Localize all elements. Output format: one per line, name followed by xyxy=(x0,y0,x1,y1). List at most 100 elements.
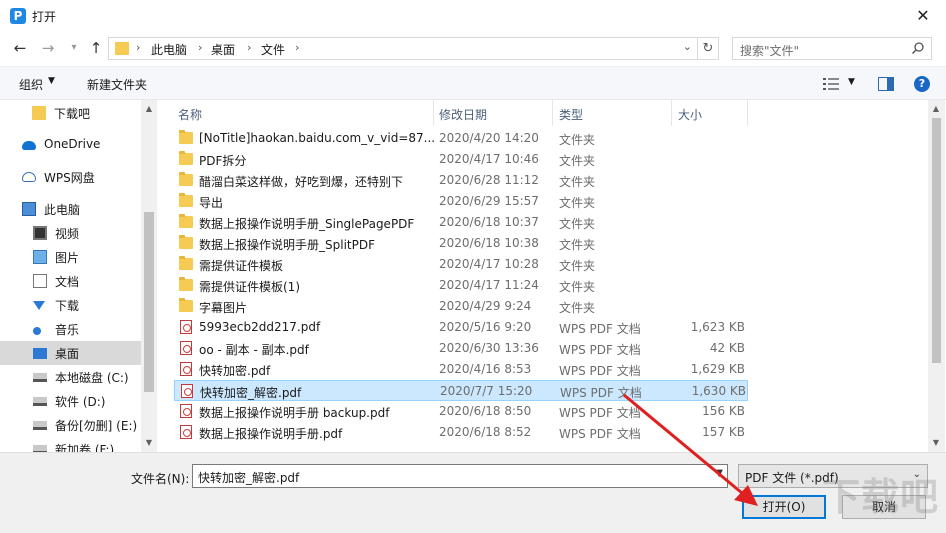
scroll-up-icon[interactable]: ▲ xyxy=(141,102,157,116)
desktop-icon xyxy=(33,348,47,359)
help-icon[interactable]: ? xyxy=(914,76,930,92)
sidebar-item[interactable]: 下载吧 xyxy=(0,101,141,125)
column-divider[interactable] xyxy=(433,100,434,126)
file-type: 文件夹 xyxy=(559,217,596,231)
file-type: WPS PDF 文档 xyxy=(559,322,641,336)
navigation-pane: 下载吧 OneDrive WPS网盘此电脑 视频 图片 文档 下载音乐桌面本地磁盘 (C:)… xyxy=(0,100,141,452)
sidebar-item[interactable]: 备份[勿删] (E:) xyxy=(0,413,141,437)
filename-dropdown-icon[interactable]: ▼ xyxy=(715,468,723,479)
sidebar-item-label: 备份[勿删] (E:) xyxy=(55,419,138,433)
view-dropdown-icon[interactable]: ▼ xyxy=(848,77,855,87)
file-row[interactable]: 数据上报操作说明手册 backup.pdf 2020/6/18 8:50 WPS P… xyxy=(174,401,748,422)
breadcrumb-separator: › xyxy=(247,41,252,54)
filename-input[interactable]: 快转加密_解密.pdf ▼ xyxy=(192,464,728,488)
sidebar-item[interactable]: 软件 (D:) xyxy=(0,389,141,413)
sidebar-item[interactable]: 音乐 xyxy=(0,317,141,341)
address-dropdown-icon[interactable]: ⌄ xyxy=(683,40,692,53)
folder-icon xyxy=(179,256,193,270)
sidebar-item[interactable]: 视频 xyxy=(0,221,141,245)
sidebar-item[interactable]: WPS网盘 xyxy=(0,165,141,189)
pdf-file-icon xyxy=(180,425,192,439)
sidebar-item-label: 本地磁盘 (C:) xyxy=(55,371,129,385)
scrollbar-thumb[interactable] xyxy=(932,118,941,363)
file-date: 2020/6/18 8:50 xyxy=(439,404,532,418)
column-header-name[interactable]: 名称 xyxy=(178,100,202,126)
search-icon[interactable] xyxy=(911,41,925,55)
file-row[interactable]: 快转加密.pdf 2020/4/16 8:53 WPS PDF 文档 1,629 KB xyxy=(174,359,748,380)
sort-ascending-icon: ⌃ xyxy=(298,100,306,106)
organize-dropdown-icon[interactable]: ▼ xyxy=(48,76,55,86)
sidebar-item[interactable]: 桌面 xyxy=(0,341,141,365)
file-row[interactable]: PDF拆分 2020/4/17 10:46 文件夹 xyxy=(174,149,748,170)
filename-label: 文件名(N): xyxy=(131,472,190,486)
preview-pane-icon[interactable] xyxy=(878,77,894,91)
organize-button[interactable]: 组织 xyxy=(19,76,43,93)
file-row[interactable]: 数据上报操作说明手册.pdf 2020/6/18 8:52 WPS PDF 文档 15… xyxy=(174,422,748,443)
file-row[interactable]: 5993ecb2dd217.pdf 2020/5/16 9:20 WPS PDF 文… xyxy=(174,317,748,338)
drive-icon xyxy=(33,373,47,382)
drive-icon xyxy=(33,421,47,430)
file-date: 2020/6/29 15:57 xyxy=(439,194,539,208)
scroll-down-icon[interactable]: ▼ xyxy=(141,436,157,450)
file-row[interactable]: 字幕图片 2020/4/29 9:24 文件夹 xyxy=(174,296,748,317)
breadcrumb-this-pc[interactable]: 此电脑 xyxy=(151,41,187,58)
back-arrow-icon[interactable]: ← xyxy=(8,36,32,60)
close-button[interactable]: ✕ xyxy=(900,0,946,32)
column-divider[interactable] xyxy=(671,100,672,126)
column-header-date[interactable]: 修改日期 xyxy=(439,100,487,126)
sidebar-item-label: 桌面 xyxy=(55,347,80,361)
sidebar-item-label: 软件 (D:) xyxy=(55,395,106,409)
file-row[interactable]: 数据上报操作说明手册_SinglePagePDF 2020/6/18 10:37 文… xyxy=(174,212,748,233)
address-bar[interactable]: › 此电脑 › 桌面 › 文件 › ⌄ xyxy=(108,37,698,60)
file-row[interactable]: 数据上报操作说明手册_SplitPDF 2020/6/18 10:38 文件夹 xyxy=(174,233,748,254)
refresh-icon[interactable]: ↻ xyxy=(698,37,719,60)
breadcrumb-files[interactable]: 文件 xyxy=(261,41,285,58)
file-name: 导出 xyxy=(199,196,224,210)
recent-locations-chevron-icon[interactable]: ▾ xyxy=(62,36,86,60)
file-date: 2020/7/7 15:20 xyxy=(440,384,533,398)
wps-app-icon: P xyxy=(10,8,26,24)
column-divider[interactable] xyxy=(552,100,553,126)
navigation-scrollbar[interactable]: ▲ ▼ xyxy=(141,100,157,452)
column-header-type[interactable]: 类型 xyxy=(559,100,583,126)
file-type: 文件夹 xyxy=(559,154,596,168)
up-arrow-icon[interactable]: ↑ xyxy=(84,36,108,60)
file-row[interactable]: 导出 2020/6/29 15:57 文件夹 xyxy=(174,191,748,212)
file-row[interactable]: 需提供证件模板(1) 2020/4/17 11:24 文件夹 xyxy=(174,275,748,296)
open-button[interactable]: 打开(O) xyxy=(742,495,826,519)
sidebar-item[interactable]: OneDrive xyxy=(0,133,141,157)
file-row[interactable]: oo - 副本 - 副本.pdf 2020/6/30 13:36 WPS PDF 文… xyxy=(174,338,748,359)
file-date: 2020/6/18 10:38 xyxy=(439,236,539,250)
scrollbar-thumb[interactable] xyxy=(144,212,154,392)
breadcrumb-desktop[interactable]: 桌面 xyxy=(211,41,235,58)
sidebar-item[interactable]: 图片 xyxy=(0,245,141,269)
folder-icon xyxy=(179,193,193,207)
sidebar-item[interactable]: 新加卷 (F:) xyxy=(0,437,141,452)
file-row[interactable]: 快转加密_解密.pdf 2020/7/7 15:20 WPS PDF 文档 1,630… xyxy=(174,380,748,401)
sidebar-item[interactable]: 文档 xyxy=(0,269,141,293)
sidebar-item[interactable]: 本地磁盘 (C:) xyxy=(0,365,141,389)
scroll-up-icon[interactable]: ▲ xyxy=(928,102,944,116)
folder-icon xyxy=(179,130,193,144)
column-divider[interactable] xyxy=(747,100,748,126)
scroll-down-icon[interactable]: ▼ xyxy=(928,436,944,450)
view-options-icon[interactable] xyxy=(823,77,839,91)
new-folder-button[interactable]: 新建文件夹 xyxy=(87,76,147,93)
file-type: 文件夹 xyxy=(559,175,596,189)
breadcrumb-separator: › xyxy=(198,41,203,54)
column-header-size[interactable]: 大小 xyxy=(678,100,702,126)
file-row[interactable]: 醋溜白菜这样做，好吃到爆，还特别下 2020/6/28 11:12 文件夹 xyxy=(174,170,748,191)
forward-arrow-icon[interactable]: → xyxy=(36,36,60,60)
sidebar-item[interactable]: 此电脑 xyxy=(0,197,141,221)
breadcrumb-separator: › xyxy=(136,41,141,54)
file-name: 数据上报操作说明手册 backup.pdf xyxy=(199,406,390,420)
file-date: 2020/4/17 11:24 xyxy=(439,278,539,292)
file-row[interactable]: [NoTitle]haokan.baidu.com_v_vid=87... 202… xyxy=(174,128,748,149)
file-row[interactable]: 需提供证件模板 2020/4/17 10:28 文件夹 xyxy=(174,254,748,275)
file-list-scrollbar[interactable]: ▲ ▼ xyxy=(928,100,945,452)
sidebar-item[interactable]: 下载 xyxy=(0,293,141,317)
search-input[interactable]: 搜索"文件" xyxy=(732,37,932,60)
sidebar-item-label: 音乐 xyxy=(55,323,80,337)
file-date: 2020/4/17 10:28 xyxy=(439,257,539,271)
command-bar: 组织 ▼ 新建文件夹 ▼ ? xyxy=(0,66,946,100)
